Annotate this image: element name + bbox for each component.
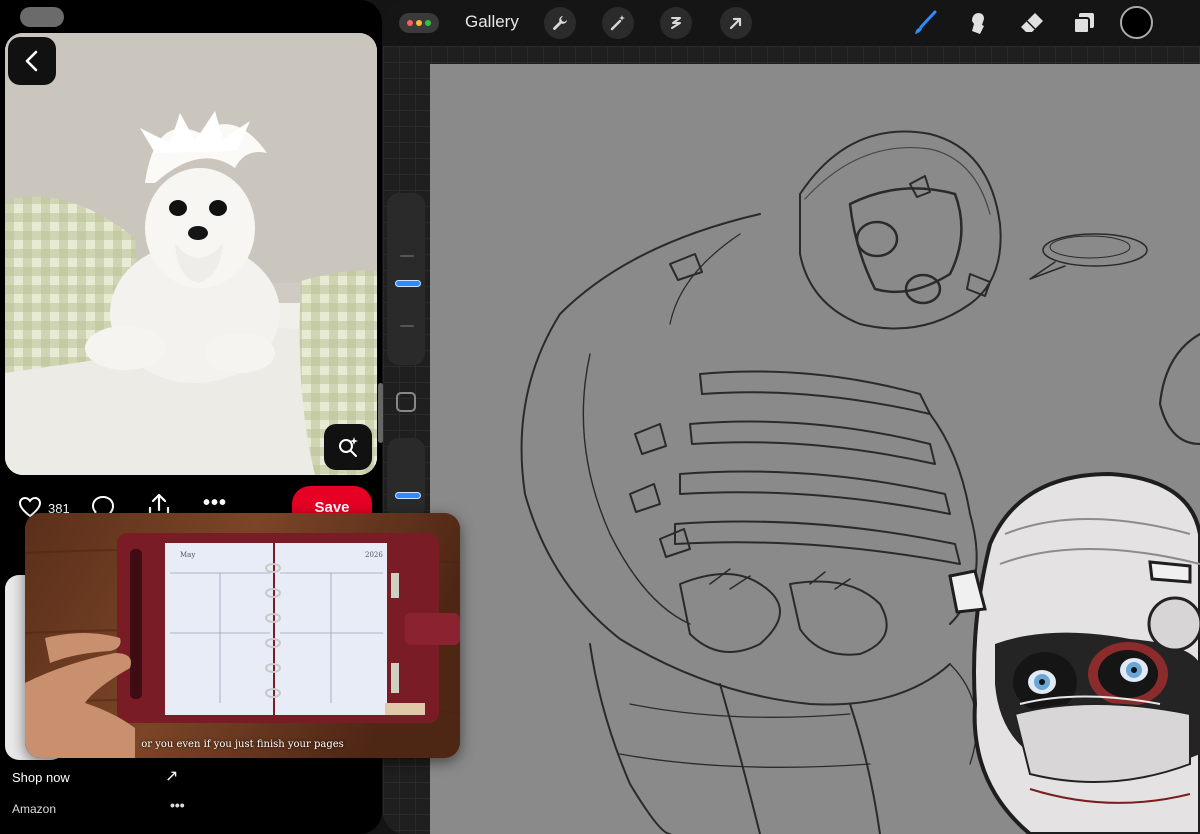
more-options-icon[interactable]: ••• <box>203 492 227 515</box>
planner-month: May <box>180 551 196 559</box>
external-arrow-icon: ↗ <box>165 768 179 785</box>
back-button[interactable] <box>8 37 56 85</box>
magic-wand-icon <box>610 15 625 31</box>
selection-icon <box>671 17 681 29</box>
source-more-icon[interactable]: ••• <box>170 797 185 813</box>
video-caption: or you even if you just finish your page… <box>141 739 344 750</box>
adjustments-button[interactable] <box>602 7 634 39</box>
shop-now-row[interactable]: Shop now ↗ <box>0 762 382 790</box>
actions-button[interactable] <box>544 7 576 39</box>
procreate-toolbar: Gallery <box>383 0 1200 46</box>
brush-size-thumb[interactable] <box>395 280 421 287</box>
transform-button[interactable] <box>720 7 752 39</box>
video-frame-planner <box>25 513 460 758</box>
window-controls[interactable] <box>399 13 439 33</box>
smudge-button[interactable] <box>963 8 993 38</box>
split-screen: 381 ••• Save Shop now ↗ Amazon ••• Galle… <box>0 0 1200 834</box>
multitasking-handle[interactable] <box>20 7 64 27</box>
chevron-left-icon <box>25 50 38 72</box>
planner-year: 2026 <box>365 551 383 559</box>
smudge-icon <box>972 13 984 34</box>
color-picker-button[interactable] <box>1120 6 1153 39</box>
transform-arrow-icon <box>729 17 742 30</box>
lens-search-icon <box>339 437 358 457</box>
source-label: Amazon <box>12 802 57 816</box>
layers-icon <box>1073 13 1094 34</box>
visual-search-button[interactable] <box>324 424 372 470</box>
picture-in-picture-video[interactable]: May 2026 or you even if you just finish … <box>25 513 460 758</box>
brush-size-slider[interactable] <box>387 193 425 365</box>
slider-notch <box>400 255 414 257</box>
eraser-button[interactable] <box>1017 8 1047 38</box>
brush-button[interactable] <box>910 8 940 38</box>
chibi-character <box>948 471 1200 834</box>
wrench-icon <box>553 16 567 30</box>
modify-button[interactable] <box>396 392 416 412</box>
pin-image-dog[interactable] <box>5 33 377 475</box>
opacity-thumb[interactable] <box>395 492 421 499</box>
drawing-canvas[interactable] <box>430 64 1200 834</box>
slider-notch <box>400 325 414 327</box>
layers-button[interactable] <box>1069 8 1099 38</box>
shop-now-label: Shop now <box>12 770 70 785</box>
sketch-artwork <box>520 130 1200 834</box>
procreate-pane: Gallery <box>383 0 1200 834</box>
selection-button[interactable] <box>660 7 692 39</box>
gallery-button[interactable]: Gallery <box>465 12 519 32</box>
eraser-icon <box>1021 13 1043 32</box>
opacity-slider[interactable] <box>387 438 425 518</box>
brush-icon <box>915 10 937 34</box>
